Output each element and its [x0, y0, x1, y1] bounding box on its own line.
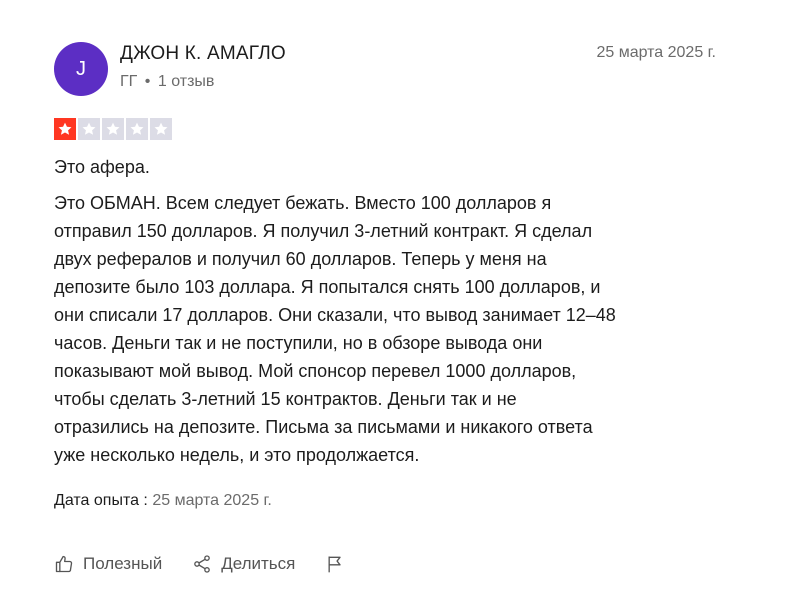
star-filled-icon: [54, 118, 76, 140]
share-icon: [192, 554, 212, 574]
author-name[interactable]: ДЖОН К. АМАГЛО: [120, 42, 286, 66]
star-empty-icon: [126, 118, 148, 140]
useful-label: Полезный: [83, 554, 163, 573]
avatar-letter: J: [76, 57, 86, 80]
author-meta: ГГ • 1 отзыв: [120, 72, 286, 92]
star-empty-icon: [102, 118, 124, 140]
share-label: Делиться: [221, 554, 296, 573]
review-actions: Полезный Делиться: [54, 554, 345, 574]
review-body: Это ОБМАН. Всем следует бежать. Вместо 1…: [54, 193, 616, 465]
review-header: J ДЖОН К. АМАГЛО ГГ • 1 отзыв 25 марта 2…: [54, 40, 722, 102]
author-country: ГГ: [120, 73, 138, 90]
experience-value: 25 марта 2025 г.: [152, 492, 272, 509]
review-title: Это афера.: [54, 157, 150, 177]
author-info: ДЖОН К. АМАГЛО ГГ • 1 отзыв: [120, 42, 286, 92]
experience-label: Дата опыта :: [54, 492, 148, 509]
report-button[interactable]: [325, 554, 345, 574]
star-rating: [54, 118, 722, 140]
review-date: 25 марта 2025 г.: [596, 44, 716, 61]
star-empty-icon: [78, 118, 100, 140]
flag-icon: [325, 554, 345, 574]
avatar[interactable]: J: [54, 42, 108, 96]
star-empty-icon: [150, 118, 172, 140]
meta-separator: •: [144, 73, 151, 90]
experience-date: Дата опыта : 25 марта 2025 г.: [54, 491, 722, 511]
useful-button[interactable]: Полезный: [54, 554, 162, 574]
author-review-count: 1 отзыв: [157, 73, 215, 90]
share-button[interactable]: Делиться: [192, 554, 295, 574]
thumbs-up-icon: [54, 554, 74, 574]
review-card: J ДЖОН К. АМАГЛО ГГ • 1 отзыв 25 марта 2…: [54, 40, 722, 511]
